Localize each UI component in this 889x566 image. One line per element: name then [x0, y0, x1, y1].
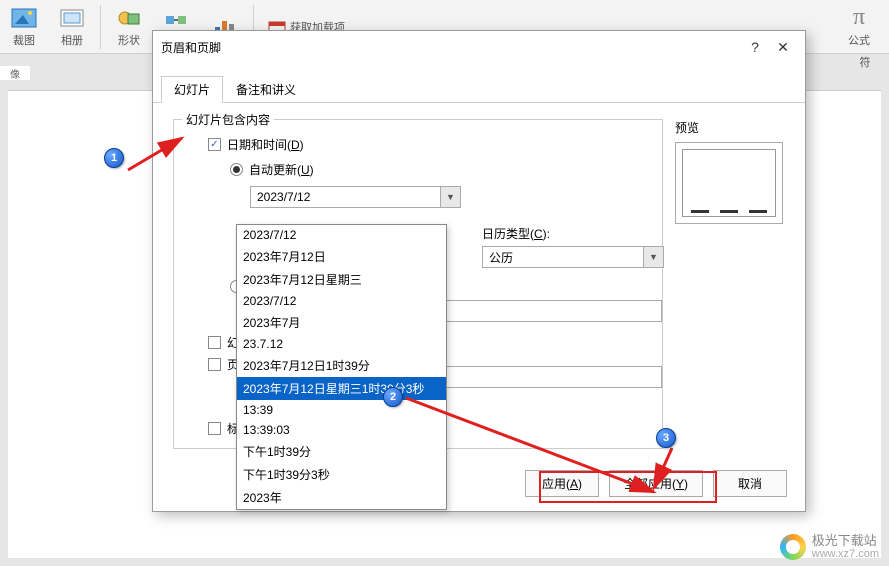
dropdown-item[interactable]: 下午1时39分3秒 [237, 463, 446, 486]
group-label: 幻灯片包含内容 [182, 111, 274, 128]
preview-label: 预览 [675, 119, 785, 136]
ribbon-shapes[interactable]: 形状 [109, 4, 149, 50]
date-time-checkbox[interactable] [208, 138, 221, 151]
language-row: 语言(国家/地区)(L): ▼ [482, 175, 664, 218]
album-icon [58, 6, 86, 30]
dropdown-item-selected[interactable]: 2023年7月12日星期三1时39分3秒 [237, 377, 446, 400]
date-combo-value: 2023/7/12 [251, 190, 440, 204]
calendar-combo-value: 公历 [483, 249, 643, 266]
dropdown-item[interactable]: 2023/7/12 [237, 291, 446, 311]
help-button[interactable]: ? [741, 35, 769, 59]
header-footer-dialog: 页眉和页脚 ? ✕ 幻灯片 备注和讲义 幻灯片包含内容 日期和时间(D) 自动更… [152, 30, 806, 512]
dropdown-item[interactable]: 2023年7月 [237, 311, 446, 334]
ribbon-formula-label: 公式 [848, 32, 870, 48]
apply-all-button[interactable]: 全部应用(Y) [609, 470, 703, 497]
annotation-circle-3: 3 [656, 428, 676, 448]
ribbon-album[interactable]: 相册 [52, 4, 92, 50]
auto-update-radio[interactable] [230, 163, 243, 176]
date-time-row: 日期和时间(D) [188, 136, 648, 153]
preview-area: 预览 [675, 119, 785, 224]
ribbon-album-label: 相册 [61, 32, 83, 48]
watermark-cn: 极光下载站 [812, 534, 879, 548]
watermark-url: www.xz7.com [812, 548, 879, 560]
calendar-row: 日历类型(C): 公历 ▼ [482, 225, 664, 268]
dialog-buttons: 应用(A) 全部应用(Y) 取消 [525, 470, 787, 497]
dialog-titlebar: 页眉和页脚 ? ✕ [153, 31, 805, 63]
fixed-row [188, 280, 243, 293]
watermark-text: 极光下载站 www.xz7.com [812, 534, 879, 560]
date-time-label: 日期和时间(D) [227, 136, 304, 153]
dropdown-item[interactable]: 2023年 [237, 486, 446, 509]
ribbon-screenshot-label: 裁图 [13, 32, 35, 48]
slide-content-group: 幻灯片包含内容 日期和时间(D) 自动更新(U) 2023/7/12 ▼ 语言(… [173, 119, 663, 449]
ribbon-formula[interactable]: π 公式 [839, 4, 879, 50]
dialog-title: 页眉和页脚 [161, 39, 741, 56]
shapes-icon [115, 6, 143, 30]
annotation-circle-1: 1 [104, 148, 124, 168]
annotation-circle-2: 2 [383, 387, 403, 407]
symbol-section-label: 符 [845, 54, 885, 70]
tab-slide[interactable]: 幻灯片 [161, 76, 223, 103]
watermark-logo-icon [780, 534, 806, 560]
ribbon-sep [100, 5, 101, 49]
screenshot-icon [10, 6, 38, 30]
chevron-down-icon[interactable]: ▼ [643, 247, 663, 267]
dropdown-item[interactable]: 2023年7月12日 [237, 245, 446, 268]
dropdown-item[interactable]: 2023年7月12日星期三 [237, 268, 446, 291]
ribbon-shapes-label: 形状 [118, 32, 140, 48]
dropdown-item[interactable]: 13:39:03 [237, 420, 446, 440]
dropdown-item[interactable]: 2023/7/12 [237, 225, 446, 245]
footer-checkbox[interactable] [208, 358, 221, 371]
image-section-label: 像 [0, 66, 30, 80]
pi-icon: π [845, 6, 873, 30]
chevron-down-icon[interactable]: ▼ [440, 187, 460, 207]
slide-number-checkbox[interactable] [208, 336, 221, 349]
dialog-tabs: 幻灯片 备注和讲义 [153, 77, 805, 103]
preview-box [675, 142, 783, 224]
close-button[interactable]: ✕ [769, 35, 797, 59]
tab-notes[interactable]: 备注和讲义 [223, 76, 309, 103]
calendar-combo[interactable]: 公历 ▼ [482, 246, 664, 268]
smartart-icon [163, 8, 191, 32]
dropdown-item[interactable]: 23.7.12 [237, 334, 446, 354]
cancel-button[interactable]: 取消 [713, 470, 787, 497]
dropdown-item[interactable]: 13:39 [237, 400, 446, 420]
date-format-combo[interactable]: 2023/7/12 ▼ [250, 186, 461, 208]
preview-slide [682, 149, 776, 217]
ribbon-screenshot[interactable]: 裁图 [4, 4, 44, 50]
calendar-label: 日历类型(C): [482, 225, 664, 242]
date-format-dropdown[interactable]: 2023/7/12 2023年7月12日 2023年7月12日星期三 2023/… [236, 224, 447, 510]
dialog-body: 幻灯片包含内容 日期和时间(D) 自动更新(U) 2023/7/12 ▼ 语言(… [153, 103, 805, 463]
apply-button[interactable]: 应用(A) [525, 470, 599, 497]
dropdown-item[interactable]: 2023年7月12日1时39分 [237, 354, 446, 377]
auto-update-label: 自动更新(U) [249, 161, 314, 178]
watermark: 极光下载站 www.xz7.com [780, 534, 879, 560]
preview-footer-placeholders [691, 210, 767, 214]
dropdown-item[interactable]: 下午1时39分 [237, 440, 446, 463]
hide-title-checkbox[interactable] [208, 422, 221, 435]
